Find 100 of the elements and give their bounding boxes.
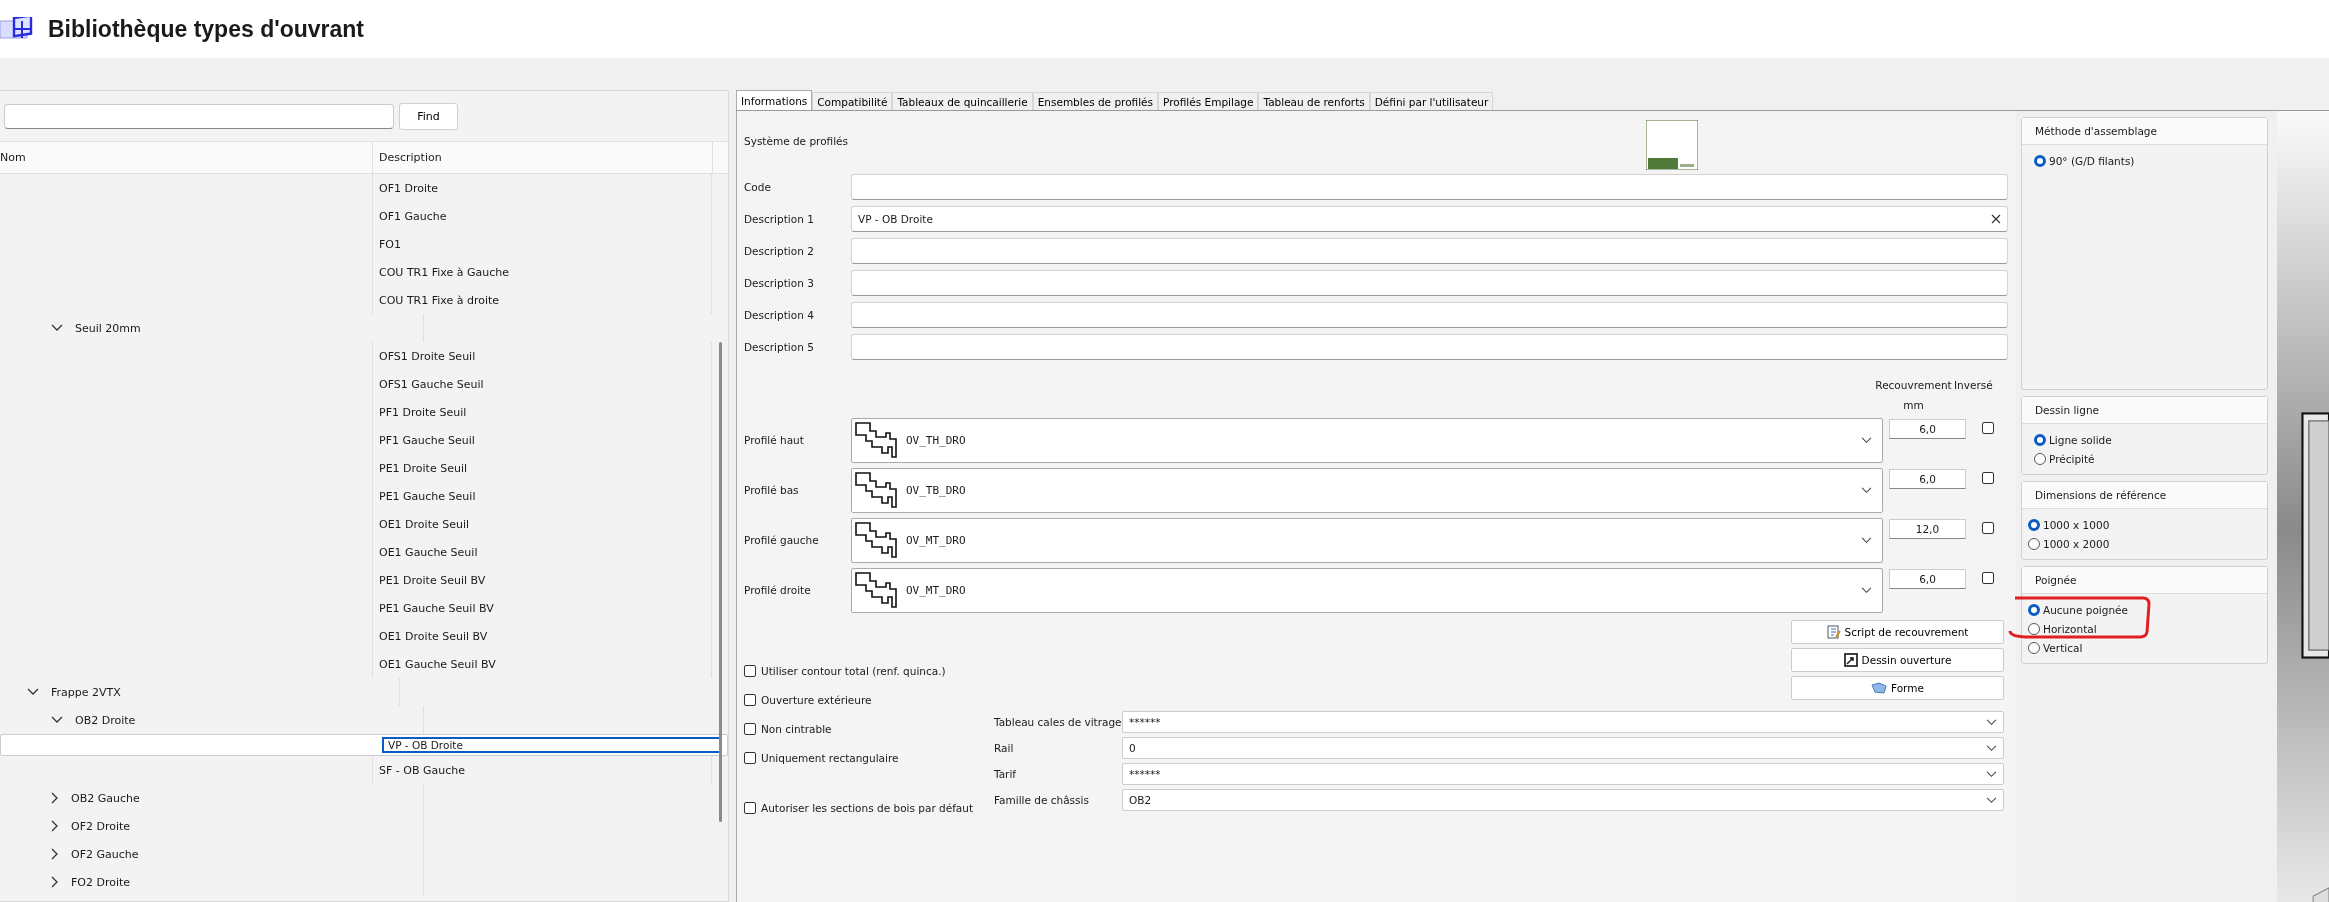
tab[interactable]: Ensembles de profilés <box>1032 92 1159 110</box>
text-field[interactable]: VP - OB Droite <box>851 206 2008 232</box>
dropdown-caret-icon[interactable] <box>1861 436 1872 444</box>
radio-label[interactable]: Ligne solide <box>2049 433 2112 446</box>
checkbox[interactable] <box>744 693 756 706</box>
overlap-field[interactable]: 6,0 <box>1889 419 1966 439</box>
checkbox-label[interactable]: Uniquement rectangulaire <box>761 751 899 764</box>
text-field[interactable] <box>851 238 2008 264</box>
dropdown[interactable]: 0 <box>1122 737 2004 759</box>
text-field[interactable] <box>851 302 2008 328</box>
radio-label[interactable]: 90° (G/D filants) <box>2049 154 2135 167</box>
profile-dropdown[interactable]: OV_MT_DRO <box>851 567 1883 613</box>
tab[interactable]: Compatibilité <box>812 92 893 110</box>
tree-row[interactable]: OE1 Droite Seuil BV <box>0 622 728 650</box>
dropdown-caret-icon[interactable] <box>1986 796 1997 804</box>
tree-row[interactable]: OFS1 Gauche Seuil <box>0 370 728 398</box>
dropdown-caret-icon[interactable] <box>1986 744 1997 752</box>
tree-row[interactable]: PE1 Gauche Seuil <box>0 482 728 510</box>
close-icon[interactable] <box>1991 214 2001 224</box>
radio-button[interactable] <box>2028 622 2040 635</box>
dropdown-caret-icon[interactable] <box>1861 486 1872 494</box>
search-field[interactable] <box>4 103 394 129</box>
dropdown-caret-icon[interactable] <box>1861 536 1872 544</box>
scrollbar[interactable] <box>719 342 722 822</box>
text-field[interactable] <box>851 270 2008 296</box>
column-header[interactable]: Description <box>373 151 442 164</box>
checkbox[interactable] <box>1982 522 1994 534</box>
dropdown[interactable]: ****** <box>1122 763 2004 785</box>
tree-row[interactable]: PF1 Gauche Seuil <box>0 426 728 454</box>
dropdown-caret-icon[interactable] <box>1986 718 1997 726</box>
dropdown[interactable]: OB2 <box>1122 789 2004 811</box>
checkbox-label[interactable]: Autoriser les sections de bois par défaut <box>761 801 974 814</box>
checkbox[interactable] <box>744 801 756 814</box>
radio-button[interactable] <box>2028 603 2040 616</box>
radio-label[interactable]: Aucune poignée <box>2043 603 2128 616</box>
tree-row[interactable]: OF1 Droite <box>0 174 728 202</box>
radio-button[interactable] <box>2028 537 2040 550</box>
tab[interactable]: Tableau de renforts <box>1258 92 1370 110</box>
tree-row[interactable]: PE1 Droite Seuil BV <box>0 566 728 594</box>
tree-row[interactable]: PE1 Droite Seuil <box>0 454 728 482</box>
checkbox-label[interactable]: Utiliser contour total (renf. quinca.) <box>761 664 946 677</box>
profile-dropdown[interactable]: OV_TH_DRO <box>851 417 1883 463</box>
tab[interactable]: Défini par l'utilisateur <box>1369 92 1494 110</box>
tree-row[interactable]: OFS1 Droite Seuil <box>0 342 728 370</box>
dropdown[interactable]: ****** <box>1122 711 2004 733</box>
tree-node-label[interactable]: FO2 Droite <box>71 875 131 889</box>
radio-button[interactable] <box>2034 452 2046 465</box>
overlap-field[interactable]: 6,0 <box>1889 469 1966 489</box>
radio-button[interactable] <box>2034 433 2046 446</box>
checkbox-label[interactable]: Ouverture extérieure <box>761 693 872 706</box>
find-button[interactable]: Find <box>399 102 458 130</box>
column-header[interactable]: Nom <box>0 151 26 164</box>
radio-label[interactable]: Précipité <box>2049 452 2095 465</box>
chevron-right-icon[interactable] <box>51 792 59 804</box>
radio-button[interactable] <box>2028 641 2040 654</box>
radio-button[interactable] <box>2028 518 2040 531</box>
tree-row[interactable]: COU TR1 Fixe à Gauche <box>0 258 728 286</box>
radio-label[interactable]: 1000 x 2000 <box>2043 537 2110 550</box>
checkbox[interactable] <box>744 722 756 735</box>
tree-row[interactable]: OE1 Droite Seuil <box>0 510 728 538</box>
radio-label[interactable]: Vertical <box>2043 641 2083 654</box>
radio-button[interactable] <box>2034 154 2046 167</box>
tab[interactable]: Informations <box>736 90 813 110</box>
dropdown-caret-icon[interactable] <box>1861 586 1872 594</box>
chevron-down-icon[interactable] <box>27 688 39 696</box>
tree-row[interactable]: VP - OB Droite <box>0 734 728 756</box>
tree-node-label[interactable]: OB2 Droite <box>75 713 136 727</box>
tree-row[interactable]: OF1 Gauche <box>0 202 728 230</box>
text-field[interactable] <box>851 174 2008 200</box>
action-button[interactable]: Forme <box>1791 676 2004 700</box>
profile-dropdown[interactable]: OV_MT_DRO <box>851 517 1883 563</box>
radio-label[interactable]: 1000 x 1000 <box>2043 518 2110 531</box>
checkbox[interactable] <box>1982 472 1994 484</box>
tree-row[interactable]: SF - OB Gauche <box>0 756 728 784</box>
tree-node-label[interactable]: Frappe 2VTX <box>51 685 121 699</box>
tree-node-label[interactable]: OF2 Gauche <box>71 847 139 861</box>
checkbox[interactable] <box>1982 422 1994 434</box>
chevron-down-icon[interactable] <box>51 324 63 332</box>
tab[interactable]: Tableaux de quincaillerie <box>892 92 1033 110</box>
tree-row[interactable]: PF1 Droite Seuil <box>0 398 728 426</box>
overlap-field[interactable]: 12,0 <box>1889 519 1966 539</box>
action-button[interactable]: Script de recouvrement <box>1791 620 2004 644</box>
tree-row[interactable]: OE1 Gauche Seuil <box>0 538 728 566</box>
text-field[interactable] <box>851 334 2008 360</box>
dropdown-caret-icon[interactable] <box>1986 770 1997 778</box>
tree-row[interactable]: PE1 Gauche Seuil BV <box>0 594 728 622</box>
chevron-down-icon[interactable] <box>51 716 63 724</box>
tree-node-label[interactable]: OB2 Gauche <box>71 791 140 805</box>
tree-node-label[interactable]: OF2 Droite <box>71 819 131 833</box>
profile-dropdown[interactable]: OV_TB_DRO <box>851 467 1883 513</box>
checkbox[interactable] <box>744 751 756 764</box>
tree-row[interactable]: OE1 Gauche Seuil BV <box>0 650 728 678</box>
overlap-field[interactable]: 6,0 <box>1889 569 1966 589</box>
checkbox[interactable] <box>744 664 756 677</box>
checkbox[interactable] <box>1982 572 1994 584</box>
tree-row[interactable]: FO1 <box>0 230 728 258</box>
chevron-right-icon[interactable] <box>51 876 59 888</box>
action-button[interactable]: Dessin ouverture <box>1791 648 2004 672</box>
tab[interactable]: Profilés Empilage <box>1158 92 1259 110</box>
radio-label[interactable]: Horizontal <box>2043 622 2097 635</box>
